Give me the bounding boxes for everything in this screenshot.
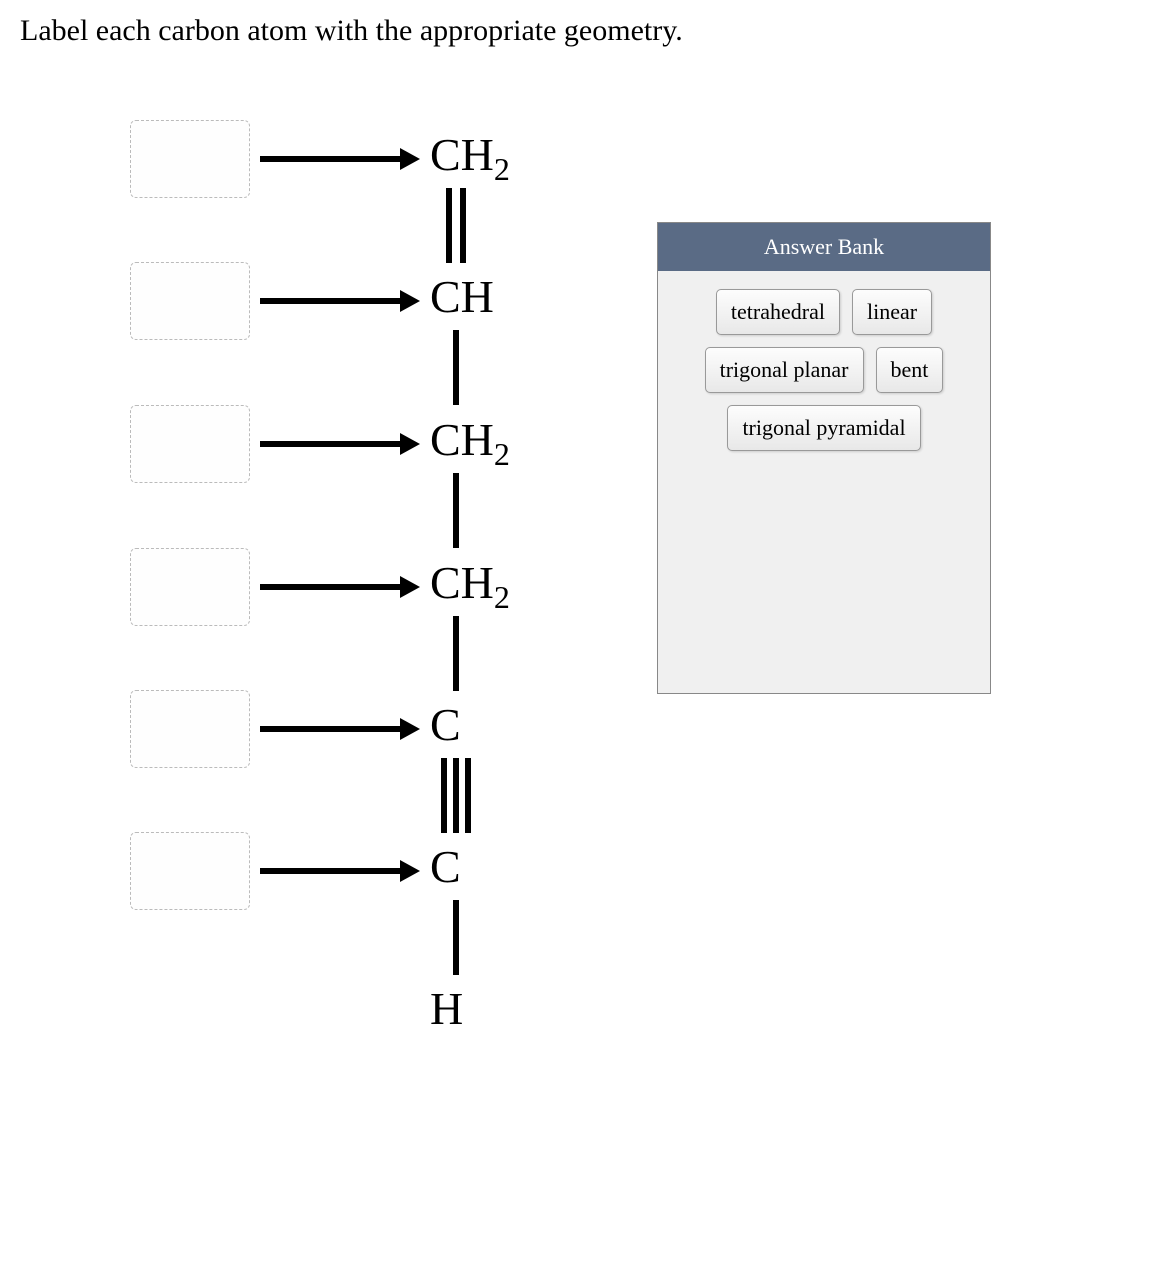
atom-5: C xyxy=(430,698,461,758)
answer-trigonal-pyramidal[interactable]: trigonal pyramidal xyxy=(727,405,920,451)
answer-bank-body: tetrahedral linear trigonal planar bent … xyxy=(658,271,990,469)
drop-target-5[interactable] xyxy=(130,690,250,768)
answer-bank: Answer Bank tetrahedral linear trigonal … xyxy=(657,222,991,694)
atom-1: CH2 xyxy=(430,128,510,188)
molecule-diagram: CH2 CH CH2 CH2 C C H xyxy=(130,110,610,1110)
question-text: Label each carbon atom with the appropri… xyxy=(20,14,683,48)
answer-tetrahedral[interactable]: tetrahedral xyxy=(716,289,840,335)
atom-3: CH2 xyxy=(430,413,510,473)
answer-trigonal-planar[interactable]: trigonal planar xyxy=(705,347,864,393)
drop-target-3[interactable] xyxy=(130,405,250,483)
arrow-2 xyxy=(260,288,420,314)
drop-target-1[interactable] xyxy=(130,120,250,198)
arrow-1 xyxy=(260,146,420,172)
atom-4: CH2 xyxy=(430,556,510,616)
answer-bank-title: Answer Bank xyxy=(658,223,990,271)
answer-bent[interactable]: bent xyxy=(876,347,944,393)
arrow-6 xyxy=(260,858,420,884)
atom-7: H xyxy=(430,982,463,1042)
arrow-4 xyxy=(260,574,420,600)
answer-linear[interactable]: linear xyxy=(852,289,932,335)
drop-target-4[interactable] xyxy=(130,548,250,626)
drop-target-6[interactable] xyxy=(130,832,250,910)
atom-6: C xyxy=(430,840,461,900)
drop-target-2[interactable] xyxy=(130,262,250,340)
atom-2: CH xyxy=(430,270,494,330)
arrow-5 xyxy=(260,716,420,742)
arrow-3 xyxy=(260,431,420,457)
